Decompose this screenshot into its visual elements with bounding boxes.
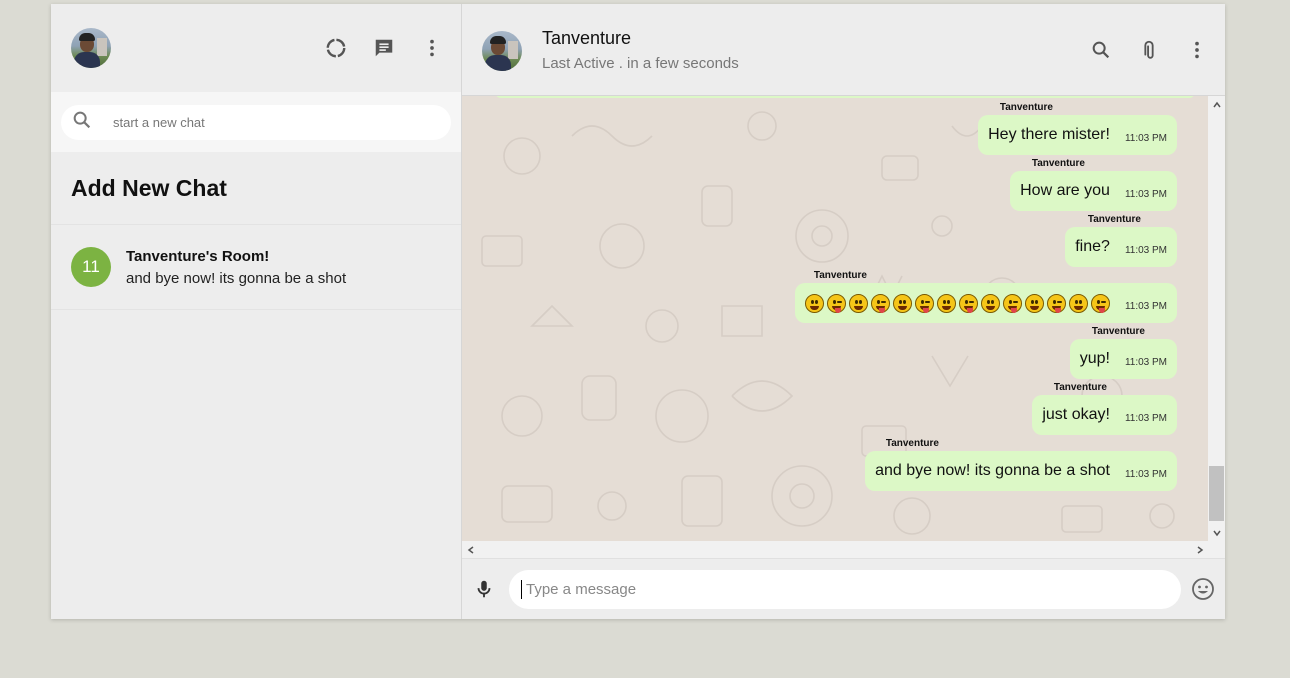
room-name: Tanventure's Room! bbox=[126, 247, 270, 265]
room-avatar: 11 bbox=[71, 247, 111, 287]
contact-avatar[interactable] bbox=[482, 30, 522, 71]
winking-tongue-emoji-icon bbox=[826, 293, 846, 313]
more-vert-icon[interactable] bbox=[1185, 38, 1209, 62]
grinning-emoji-icon bbox=[848, 293, 868, 313]
contact-name: Tanventure bbox=[542, 27, 632, 48]
message-sender: Tanventure bbox=[1053, 382, 1107, 393]
grinning-emoji-icon bbox=[804, 293, 824, 313]
winking-tongue-emoji-icon bbox=[958, 293, 978, 313]
message-time: 11:03 PM bbox=[1124, 132, 1167, 144]
message-sender: Tanventure bbox=[885, 438, 939, 449]
scroll-left-icon[interactable] bbox=[462, 541, 479, 558]
message: Tanventure How are you 11:03 PM bbox=[1010, 158, 1177, 211]
message-text: fine? bbox=[1075, 238, 1110, 255]
message-time: 11:03 PM bbox=[1124, 300, 1167, 312]
winking-tongue-emoji-icon bbox=[914, 293, 934, 313]
room-last-message: and bye now! its gonna be a shot bbox=[126, 269, 347, 287]
emoji-icon[interactable] bbox=[1191, 577, 1215, 601]
vertical-scrollbar[interactable] bbox=[1208, 96, 1225, 541]
grinning-emoji-icon bbox=[1068, 293, 1088, 313]
message-bubble-partial bbox=[495, 96, 1195, 98]
message-bubble: yup! 11:03 PM bbox=[1069, 339, 1177, 379]
message-sender: Tanventure bbox=[813, 270, 867, 281]
chat-list-item[interactable]: 11 Tanventure's Room! and bye now! its g… bbox=[51, 225, 461, 310]
more-vert-icon[interactable] bbox=[420, 36, 444, 60]
grinning-emoji-icon bbox=[980, 293, 1000, 313]
message-time: 11:03 PM bbox=[1124, 468, 1167, 480]
message-list: Tanventure Hey there mister! 11:03 PM Ta… bbox=[462, 96, 1207, 541]
message-bubble: 11:03 PM bbox=[794, 283, 1177, 323]
message-bubble: just okay! 11:03 PM bbox=[1032, 395, 1177, 435]
message-text: and bye now! its gonna be a shot bbox=[875, 462, 1110, 479]
add-new-chat-label: Add New Chat bbox=[71, 174, 227, 201]
message: Tanventure and bye now! its gonna be a s… bbox=[865, 438, 1177, 491]
grinning-emoji-icon bbox=[892, 293, 912, 313]
message: Tanventure yup! 11:03 PM bbox=[1069, 326, 1177, 379]
grinning-emoji-icon bbox=[1024, 293, 1044, 313]
sidebar-search bbox=[51, 92, 461, 152]
scroll-right-icon[interactable] bbox=[1191, 541, 1208, 558]
scroll-down-icon[interactable] bbox=[1208, 524, 1225, 541]
search-input[interactable] bbox=[111, 113, 415, 131]
message: Tanventure just okay! 11:03 PM bbox=[1032, 382, 1177, 435]
message-bubble: How are you 11:03 PM bbox=[1010, 171, 1177, 211]
message-sender: Tanventure bbox=[999, 102, 1053, 113]
horizontal-scrollbar[interactable] bbox=[462, 541, 1225, 559]
winking-tongue-emoji-icon bbox=[1046, 293, 1066, 313]
chat-footer bbox=[462, 559, 1225, 619]
message-text: just okay! bbox=[1042, 406, 1110, 423]
chat-icon[interactable] bbox=[372, 36, 396, 60]
attach-icon[interactable] bbox=[1137, 38, 1161, 62]
message-bubble: and bye now! its gonna be a shot 11:03 P… bbox=[865, 451, 1177, 491]
message-time: 11:03 PM bbox=[1124, 412, 1167, 424]
mic-icon[interactable] bbox=[472, 577, 496, 601]
message-sender: Tanventure bbox=[1087, 214, 1141, 225]
chat-panel: Tanventure Last Active . in a few second… bbox=[462, 4, 1225, 619]
search-icon[interactable] bbox=[1089, 38, 1113, 62]
message-input[interactable] bbox=[521, 579, 1181, 599]
message: Tanventure 11:03 PM bbox=[794, 270, 1177, 323]
search-icon bbox=[71, 109, 93, 136]
winking-tongue-emoji-icon bbox=[1002, 293, 1022, 313]
message-time: 11:03 PM bbox=[1124, 356, 1167, 368]
message: Tanventure Hey there mister! 11:03 PM bbox=[978, 102, 1177, 155]
scroll-up-icon[interactable] bbox=[1208, 96, 1225, 113]
user-avatar[interactable] bbox=[71, 28, 111, 68]
message-input-box[interactable] bbox=[509, 569, 1181, 609]
message-text: yup! bbox=[1079, 350, 1110, 367]
sidebar-header bbox=[51, 4, 461, 92]
message-sender: Tanventure bbox=[1031, 158, 1085, 169]
chat-app: Add New Chat 11 Tanventure's Room! and b… bbox=[51, 4, 1225, 619]
message-bubble: Hey there mister! 11:03 PM bbox=[978, 115, 1177, 155]
message-text: Hey there mister! bbox=[988, 126, 1110, 143]
message-text: How are you bbox=[1020, 182, 1110, 199]
status-ring-icon[interactable] bbox=[324, 36, 348, 60]
scrollbar-thumb[interactable] bbox=[1209, 466, 1224, 521]
winking-tongue-emoji-icon bbox=[870, 293, 890, 313]
add-new-chat-button[interactable]: Add New Chat bbox=[51, 152, 461, 225]
search-box[interactable] bbox=[61, 104, 451, 140]
sidebar: Add New Chat 11 Tanventure's Room! and b… bbox=[51, 4, 462, 619]
message-sender: Tanventure bbox=[1091, 326, 1145, 337]
chat-body: Tanventure Hey there mister! 11:03 PM Ta… bbox=[462, 96, 1225, 541]
chat-header: Tanventure Last Active . in a few second… bbox=[462, 4, 1225, 96]
message-time: 11:03 PM bbox=[1124, 244, 1167, 256]
grinning-emoji-icon bbox=[936, 293, 956, 313]
message-bubble: fine? 11:03 PM bbox=[1065, 227, 1177, 267]
message-emoji-row bbox=[804, 293, 1110, 313]
contact-status: Last Active . in a few seconds bbox=[542, 54, 739, 72]
message-time: 11:03 PM bbox=[1124, 188, 1167, 200]
message: Tanventure fine? 11:03 PM bbox=[1065, 214, 1177, 267]
winking-tongue-emoji-icon bbox=[1090, 293, 1110, 313]
